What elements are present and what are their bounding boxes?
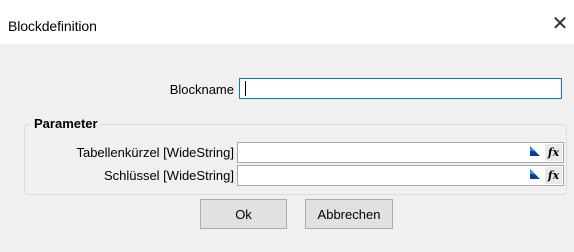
parameter-group-title: Parameter (31, 116, 101, 131)
dropdown-flag-icon[interactable] (529, 168, 541, 180)
cancel-button[interactable]: Abbrechen (305, 199, 393, 229)
formula-icon[interactable]: fx (545, 167, 562, 184)
blockname-input[interactable] (239, 78, 562, 99)
tabellenkuerzel-field[interactable]: fx (237, 142, 564, 163)
text-caret (245, 81, 246, 96)
dropdown-flag-icon[interactable] (529, 145, 541, 157)
title-bar: Blockdefinition ✕ (0, 0, 574, 44)
schluessel-label: Schlüssel [WideString] (103, 168, 234, 183)
blockname-label: Blockname (169, 82, 234, 97)
close-icon[interactable]: ✕ (550, 14, 570, 34)
tabellenkuerzel-label: Tabellenkürzel [WideString] (76, 145, 234, 160)
window-title: Blockdefinition (8, 18, 97, 34)
schluessel-field[interactable]: fx (237, 165, 564, 186)
formula-icon[interactable]: fx (545, 144, 562, 161)
ok-button[interactable]: Ok (200, 199, 287, 229)
dialog-content: Blockname Parameter Tabellenkürzel [Wide… (0, 44, 574, 252)
